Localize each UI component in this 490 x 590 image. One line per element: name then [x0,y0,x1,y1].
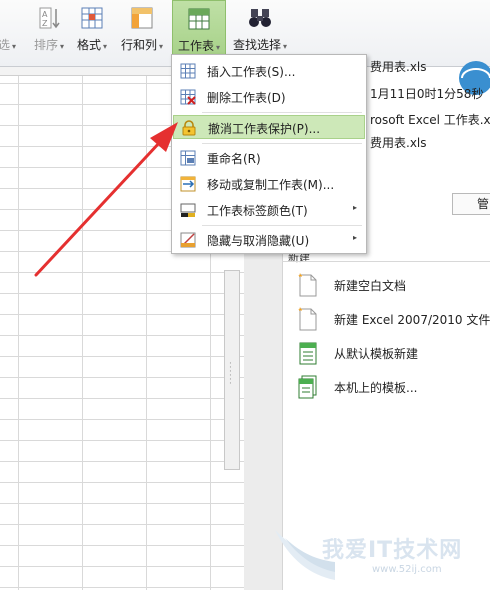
svg-text:Z: Z [42,19,48,28]
row-col-button[interactable]: 行和列 ▾ [116,0,168,60]
binoculars-icon [249,9,271,27]
menu-item-delete-sheet[interactable]: 删除工作表(D) [173,85,365,109]
sort-label: 排序 ▾ [33,38,65,52]
new-excel-2007-file-label: 新建 Excel 2007/2010 文件 [334,313,490,327]
new-section-divider [282,261,490,262]
menu-item-label: 撤消工作表保护(P)... [208,122,321,136]
new-from-default-template-label: 从默认模板新建 [334,347,419,361]
menu-item-label: 删除工作表(D) [207,91,286,105]
menu-item-tab-color[interactable]: 工作表标签颜色(T) ▸ [173,198,365,222]
format-grid-icon [81,7,103,29]
lock-icon [182,120,196,136]
rename-icon [180,150,196,166]
recent-file-name-2[interactable]: 费用表.xls [370,134,427,151]
template-sheet-icon [299,342,317,365]
menu-separator [202,143,362,144]
row-column-icon [131,7,153,29]
select-button[interactable]: 选 ▾ [0,0,24,60]
watermark-text: 我爱IT技术网 [322,538,463,563]
menu-item-label: 隐藏与取消隐藏(U) [207,234,310,248]
manage-button[interactable]: 管 [452,193,490,215]
new-document-icon [298,307,317,331]
recent-file-date: 1月11日0时1分58秒 [370,87,484,101]
watermark-url: www.52ij.com [372,564,442,575]
submenu-arrow-icon: ▸ [352,233,357,242]
format-label: 格式 ▾ [76,38,108,52]
menu-separator [202,225,362,226]
sort-az-icon: A Z [39,7,60,29]
submenu-arrow-icon: ▸ [352,203,357,212]
sort-button[interactable]: A Z 排序 ▾ [28,0,70,60]
worksheet-dropdown-menu: 插入工作表(S)... 删除工作表(D) 撤消工作表保护(P)... 重命名(R… [171,54,367,254]
menu-item-label: 插入工作表(S)... [207,65,296,79]
row-col-label: 行和列 ▾ [120,38,164,52]
recent-file-type[interactable]: rosoft Excel 工作表.xls [370,111,490,128]
menu-item-insert-sheet[interactable]: 插入工作表(S)... [173,59,365,83]
find-select-label: 查找选择 ▾ [232,38,288,52]
menu-item-hide-unhide[interactable]: 隐藏与取消隐藏(U) ▸ [173,228,365,252]
template-sheet-icon [298,375,317,399]
find-select-button[interactable]: 查找选择 ▾ [228,0,292,60]
menu-item-rename[interactable]: 重命名(R) [173,146,365,170]
recent-file-name[interactable]: 费用表.xls [370,58,427,75]
menu-item-label: 工作表标签颜色(T) [207,204,308,218]
menu-item-unprotect-sheet[interactable]: 撤消工作表保护(P)... [173,115,365,139]
menu-item-move-copy[interactable]: 移动或复制工作表(M)... [173,172,365,196]
menu-item-label: 移动或复制工作表(M)... [207,178,335,192]
new-document-icon [298,273,317,297]
select-label: 选 ▾ [0,38,17,52]
menu-item-label: 重命名(R) [207,152,261,166]
new-blank-document-label: 新建空白文档 [334,279,407,293]
insert-sheet-icon [180,63,196,79]
hide-unhide-icon [180,232,196,248]
worksheet-button[interactable]: 工作表 ▾ [172,0,226,56]
move-copy-icon [180,176,196,192]
tab-color-icon [180,203,196,217]
menu-separator [202,112,362,113]
svg-text:A: A [42,10,48,19]
format-button[interactable]: 格式 ▾ [72,0,112,60]
worksheet-label: 工作表 ▾ [177,39,221,53]
local-templates-label: 本机上的模板... [334,381,418,395]
splitter-grip-icon: · · · · · · [229,359,232,389]
worksheet-icon [188,8,210,30]
delete-sheet-icon [180,89,196,105]
watermark-logo: 我爱IT技术网 www.52ij.com [275,520,490,590]
